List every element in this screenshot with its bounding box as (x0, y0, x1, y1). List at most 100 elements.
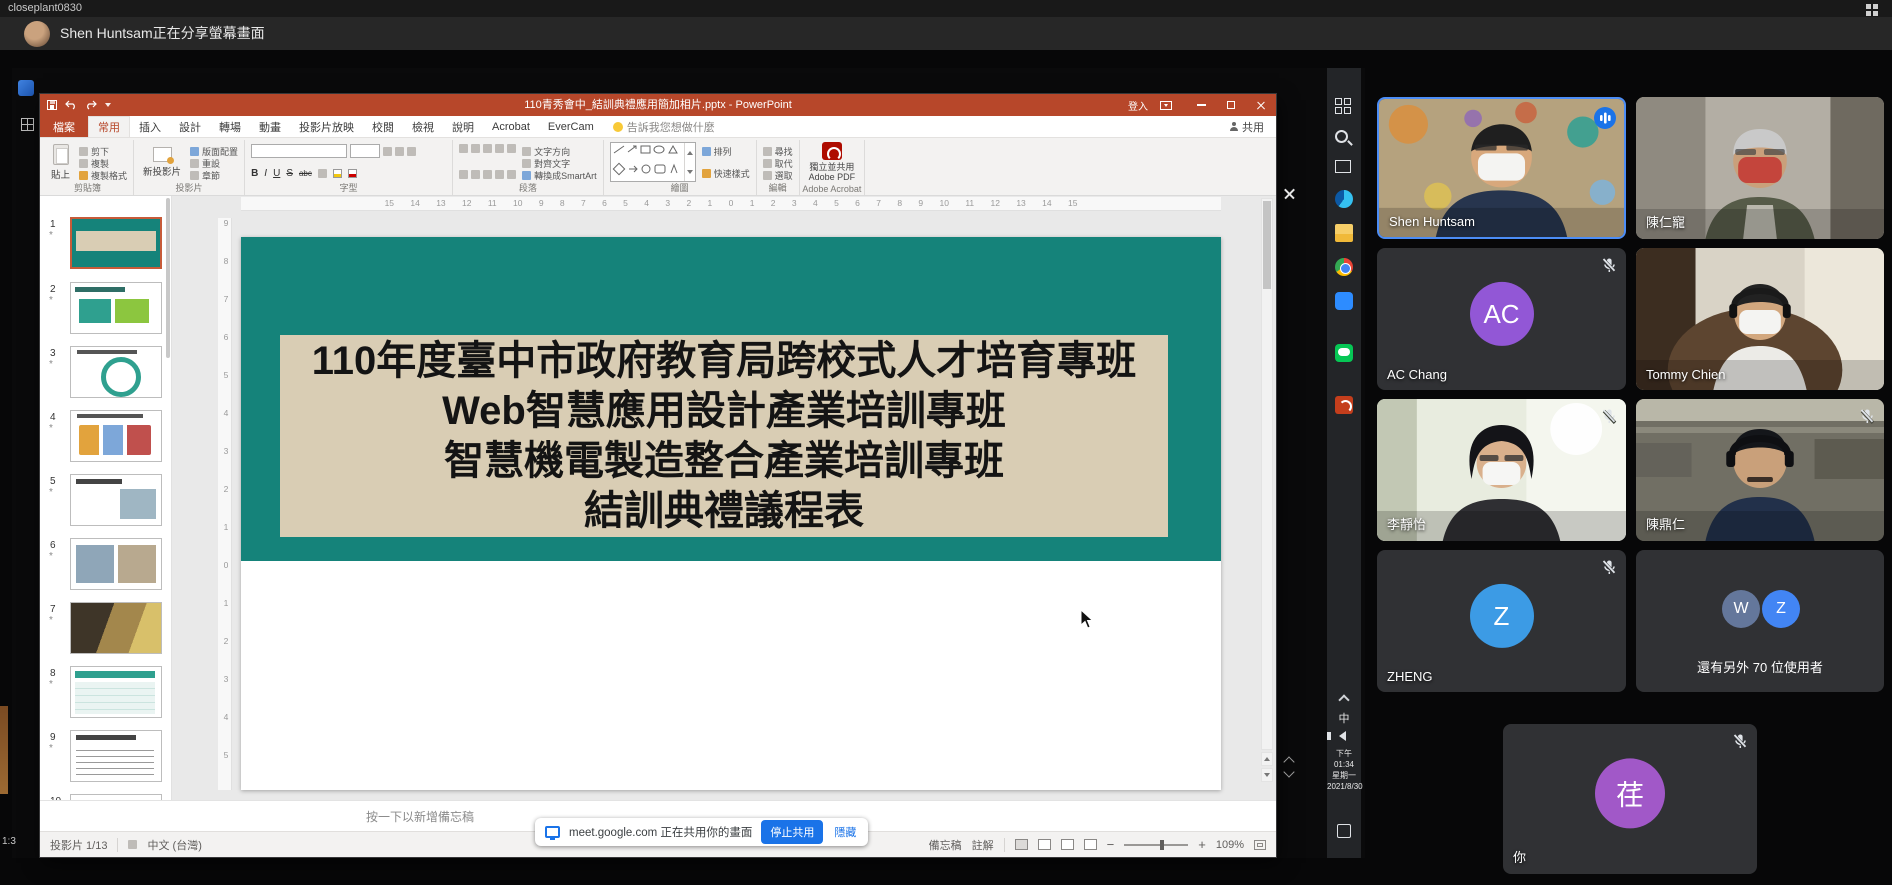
bold-button[interactable]: B (251, 168, 258, 179)
bullets-icon[interactable] (459, 144, 468, 153)
layout-grid-icon[interactable] (1866, 4, 1878, 16)
text-direction-button[interactable]: 文字方向 (522, 145, 597, 157)
tab-home[interactable]: 常用 (88, 116, 130, 137)
tab-review[interactable]: 校閱 (363, 116, 403, 137)
stop-sharing-button[interactable]: 停止共用 (761, 820, 823, 844)
tab-help[interactable]: 說明 (443, 116, 483, 137)
action-center-icon[interactable] (1337, 824, 1351, 838)
participant-tile-shen[interactable]: Shen Huntsam (1377, 97, 1626, 239)
blue-app-icon[interactable] (1335, 292, 1353, 310)
desktop-shortcut-icon[interactable] (21, 118, 34, 131)
zoom-level[interactable]: 109% (1216, 839, 1244, 851)
slideshow-view-icon[interactable] (1084, 839, 1097, 850)
slide-thumbnail-panel[interactable]: 1* 2* 3* 4* 5* 6* (42, 196, 172, 800)
scroll-arrows[interactable] (1285, 756, 1293, 778)
close-icon[interactable] (1284, 188, 1295, 199)
ribbon-display-options-icon[interactable] (1160, 101, 1172, 110)
tab-transitions[interactable]: 轉場 (210, 116, 250, 137)
decrease-indent-icon[interactable] (483, 144, 492, 153)
spellcheck-icon[interactable] (128, 840, 137, 849)
next-slide-button[interactable] (1261, 768, 1273, 782)
strikethrough-button[interactable]: S (286, 168, 293, 179)
zoom-in-icon[interactable]: + (1198, 837, 1206, 852)
notes-toggle[interactable]: 備忘稿 (929, 837, 962, 853)
format-painter-button[interactable]: 複製格式 (79, 169, 127, 181)
paste-button[interactable]: 貼上 (48, 142, 73, 182)
participant-tile-overflow[interactable]: W Z 還有另外 70 位使用者 (1636, 550, 1884, 692)
tab-design[interactable]: 設計 (170, 116, 210, 137)
copy-button[interactable]: 複製 (79, 157, 127, 169)
tab-acrobat[interactable]: Acrobat (483, 116, 539, 137)
speaker-icon[interactable] (1339, 731, 1346, 741)
align-right-icon[interactable] (483, 170, 492, 179)
zoom-slider[interactable] (1124, 844, 1188, 846)
hide-pill-button[interactable]: 隱藏 (832, 820, 858, 844)
find-button[interactable]: 尋找 (763, 145, 793, 157)
decrease-font-icon[interactable] (395, 147, 404, 156)
slide-thumbnail-2[interactable]: 2* (42, 282, 168, 338)
tab-insert[interactable]: 插入 (130, 116, 170, 137)
cut-button[interactable]: 剪下 (79, 145, 127, 157)
increase-font-icon[interactable] (383, 147, 392, 156)
justify-icon[interactable] (495, 170, 504, 179)
fit-to-window-icon[interactable] (1254, 840, 1266, 850)
clear-formatting-icon[interactable] (407, 147, 416, 156)
normal-view-icon[interactable] (1015, 839, 1028, 850)
scrollbar-thumb[interactable] (1263, 201, 1271, 289)
shapes-gallery[interactable] (610, 142, 696, 182)
shadow-button[interactable]: abc (299, 169, 312, 178)
maximize-button[interactable] (1216, 94, 1246, 116)
line-spacing-icon[interactable] (507, 144, 516, 153)
slide-thumbnail-6[interactable]: 6* (42, 538, 168, 594)
char-spacing-icon[interactable] (318, 169, 327, 178)
tab-evercam[interactable]: EverCam (539, 116, 603, 137)
align-left-icon[interactable] (459, 170, 468, 179)
participant-tile-chenren[interactable]: 陳仁寵 (1636, 97, 1884, 239)
font-size-combo[interactable] (350, 144, 380, 158)
numbering-icon[interactable] (471, 144, 480, 153)
edge-icon[interactable] (1335, 190, 1353, 208)
slide-canvas[interactable]: 110年度臺中市政府教育局跨校式人才培育專班 Web智慧應用設計產業培訓專班 智… (241, 237, 1221, 790)
replace-button[interactable]: 取代 (763, 157, 793, 169)
font-color-chip[interactable] (348, 169, 357, 178)
thumbnail-scrollbar[interactable] (166, 198, 170, 358)
ppt-titlebar[interactable]: 110青秀會中_結訓典禮應用簡加相片.pptx - PowerPoint 登入 (40, 94, 1276, 116)
participant-tile-ac-chang[interactable]: AC AC Chang (1377, 248, 1626, 390)
new-slide-button[interactable]: 新投影片 (140, 142, 184, 182)
reset-button[interactable]: 重設 (190, 157, 238, 169)
powerpoint-taskbar-icon[interactable] (1335, 396, 1353, 414)
layout-button[interactable]: 版面配置 (190, 145, 238, 157)
tab-slideshow[interactable]: 投影片放映 (290, 116, 363, 137)
columns-icon[interactable] (507, 170, 516, 179)
underline-button[interactable]: U (273, 168, 280, 179)
search-icon[interactable] (1335, 130, 1348, 143)
participant-tile-tommy[interactable]: Tommy Chien (1636, 248, 1884, 390)
tellme-box[interactable]: 告訴我您想做什麼 (627, 116, 715, 137)
tab-animations[interactable]: 動畫 (250, 116, 290, 137)
windows-start-icon[interactable] (1335, 98, 1353, 116)
slide-thumbnail-9[interactable]: 9* (42, 730, 168, 786)
align-text-button[interactable]: 對齊文字 (522, 157, 597, 169)
zoom-out-icon[interactable]: − (1107, 837, 1115, 852)
tab-file[interactable]: 檔案 (40, 116, 88, 137)
increase-indent-icon[interactable] (495, 144, 504, 153)
slide-thumbnail-5[interactable]: 5* (42, 474, 168, 530)
quick-styles-button[interactable]: 快速樣式 (702, 167, 750, 179)
ime-indicator[interactable]: 中 (1327, 710, 1361, 726)
language-indicator[interactable]: 中文 (台灣) (147, 837, 201, 853)
align-center-icon[interactable] (471, 170, 480, 179)
line-app-icon[interactable] (1335, 344, 1353, 362)
show-hidden-icons-chevron[interactable] (1338, 694, 1349, 705)
tab-view[interactable]: 檢視 (403, 116, 443, 137)
participant-tile-chending[interactable]: 陳鼎仁 (1636, 399, 1884, 541)
slide-sorter-view-icon[interactable] (1038, 839, 1051, 850)
participant-tile-lee[interactable]: 李靜怡 (1377, 399, 1626, 541)
share-button[interactable]: 共用 (1218, 116, 1276, 137)
slide-thumbnail-7[interactable]: 7* (42, 602, 168, 658)
slide-thumbnail-4[interactable]: 4* (42, 410, 168, 466)
minimize-button[interactable] (1186, 94, 1216, 116)
slide-thumbnail-3[interactable]: 3* (42, 346, 168, 402)
task-view-icon[interactable] (1335, 160, 1351, 173)
slide-thumbnail-1[interactable]: 1* (42, 217, 168, 273)
gallery-scroll[interactable] (684, 143, 695, 181)
